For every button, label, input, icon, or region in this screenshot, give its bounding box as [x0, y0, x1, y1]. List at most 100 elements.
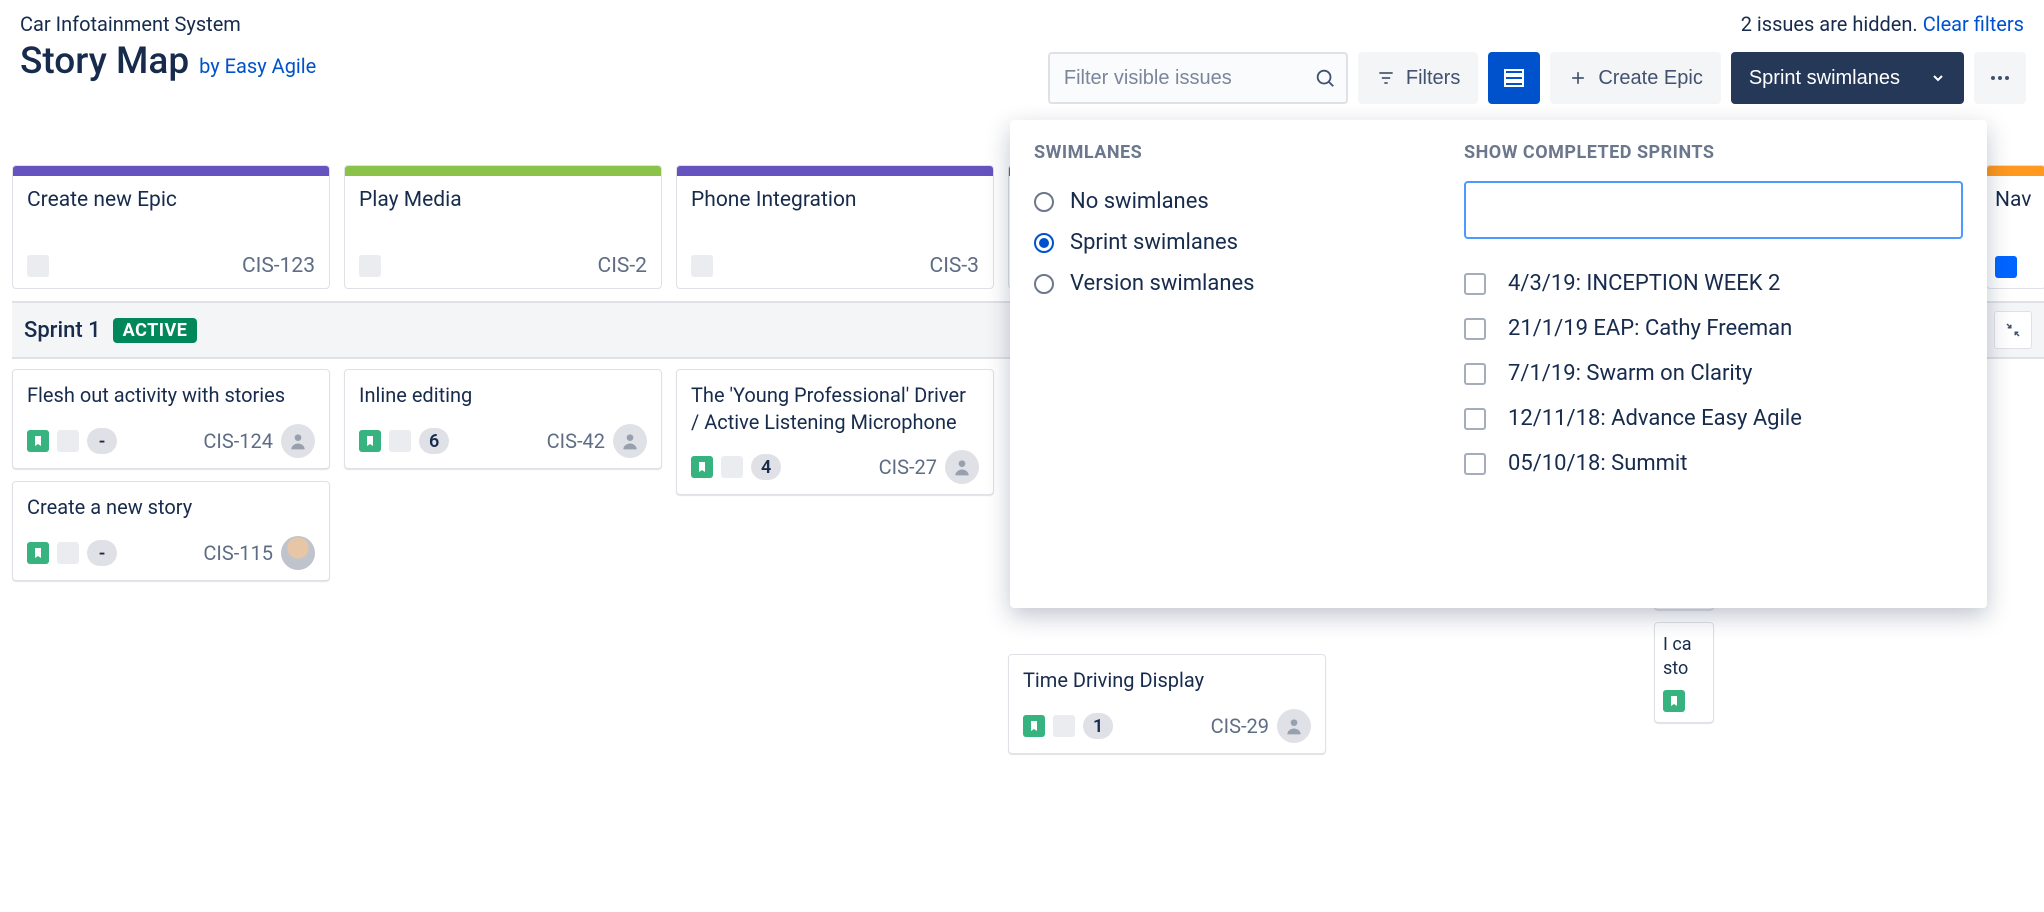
- byline: by Easy Agile: [199, 54, 316, 78]
- option-label: No swimlanes: [1070, 189, 1209, 214]
- completed-sprints-heading: SHOW COMPLETED SPRINTS: [1464, 142, 1963, 163]
- sprint-checkbox-row[interactable]: 21/1/19 EAP: Cathy Freeman: [1464, 306, 1963, 351]
- story-key: CIS-27: [879, 455, 937, 479]
- assignee-avatar[interactable]: [945, 450, 979, 484]
- story-title: Create a new story: [27, 494, 315, 522]
- epic-title: Create new Epic: [27, 188, 315, 244]
- clear-filters-link[interactable]: Clear filters: [1923, 12, 2024, 36]
- create-epic-label: Create Epic: [1598, 67, 1703, 90]
- epic-card[interactable]: Nav: [1986, 165, 2044, 289]
- epic-title: Nav: [1995, 188, 2037, 244]
- priority-icon: [57, 430, 79, 452]
- epic-title: Phone Integration: [691, 188, 979, 244]
- radio-icon: [1034, 192, 1054, 212]
- sprint-label: 21/1/19 EAP: Cathy Freeman: [1508, 316, 1792, 341]
- create-epic-button[interactable]: Create Epic: [1550, 52, 1721, 104]
- story-points: 1: [1083, 713, 1113, 739]
- filters-label: Filters: [1406, 67, 1460, 90]
- checkbox-icon: [1464, 453, 1486, 475]
- hidden-issues-notice: 2 issues are hidden. Clear filters: [1741, 12, 2024, 36]
- swimlane-option-none[interactable]: No swimlanes: [1034, 181, 1415, 222]
- active-badge: ACTIVE: [113, 318, 198, 343]
- sprint-label: 05/10/18: Summit: [1508, 451, 1687, 476]
- plus-icon: [1568, 68, 1588, 88]
- epic-color-bar: [13, 166, 329, 176]
- epic-card[interactable]: Play Media CIS-2: [344, 165, 662, 289]
- story-type-icon: [359, 430, 381, 452]
- story-card[interactable]: Inline editing 6 CIS-42: [344, 369, 662, 469]
- epic-type-icon: [1995, 256, 2017, 278]
- story-key: CIS-124: [203, 429, 273, 453]
- radio-icon: [1034, 274, 1054, 294]
- swimlanes-heading: SWIMLANES: [1034, 142, 1415, 163]
- epic-color-bar: [1987, 166, 2044, 176]
- sprint-label: 4/3/19: INCEPTION WEEK 2: [1508, 271, 1780, 296]
- search-icon[interactable]: [1314, 67, 1336, 89]
- story-key: CIS-115: [203, 541, 273, 565]
- assignee-avatar[interactable]: [281, 424, 315, 458]
- chevron-down-icon: [1930, 70, 1946, 86]
- assignee-avatar[interactable]: [613, 424, 647, 458]
- swimlane-view-button[interactable]: [1488, 52, 1540, 104]
- story-key: CIS-29: [1211, 714, 1269, 738]
- story-title: I ca sto: [1663, 633, 1705, 682]
- story-type-icon: [1663, 690, 1685, 712]
- assignee-avatar[interactable]: [1277, 709, 1311, 743]
- story-card[interactable]: Time Driving Display 1 CIS-29: [1008, 654, 1326, 754]
- assignee-avatar[interactable]: [281, 536, 315, 570]
- filter-icon: [1376, 68, 1396, 88]
- swimlane-dropdown-label: Sprint swimlanes: [1749, 67, 1900, 90]
- story-key: CIS-42: [547, 429, 605, 453]
- swimlane-option-version[interactable]: Version swimlanes: [1034, 263, 1415, 304]
- priority-icon: [57, 542, 79, 564]
- story-title: Inline editing: [359, 382, 647, 410]
- epic-card[interactable]: Create new Epic CIS-123: [12, 165, 330, 289]
- page-title: Story Map: [20, 40, 189, 83]
- sprint-label: 12/11/18: Advance Easy Agile: [1508, 406, 1802, 431]
- epic-type-icon: [691, 255, 713, 277]
- filters-button[interactable]: Filters: [1358, 52, 1478, 104]
- story-card[interactable]: Flesh out activity with stories - CIS-12…: [12, 369, 330, 469]
- story-type-icon: [691, 456, 713, 478]
- sprint-name: Sprint 1: [24, 318, 101, 343]
- checkbox-icon: [1464, 363, 1486, 385]
- story-card[interactable]: I ca sto: [1654, 622, 1714, 723]
- epic-color-bar: [677, 166, 993, 176]
- epic-key: CIS-3: [930, 254, 979, 278]
- epic-color-bar: [345, 166, 661, 176]
- sprint-filter-input[interactable]: [1464, 181, 1963, 239]
- swimlane-popup: SWIMLANES No swimlanes Sprint swimlanes …: [1010, 120, 1987, 608]
- priority-icon: [721, 456, 743, 478]
- lanes-icon: [1502, 66, 1526, 90]
- epic-card[interactable]: Phone Integration CIS-3: [676, 165, 994, 289]
- search-input[interactable]: [1048, 52, 1348, 104]
- story-type-icon: [27, 542, 49, 564]
- toolbar: Filters Create Epic Sprint swimlanes: [1048, 52, 2026, 104]
- swimlane-dropdown-button[interactable]: Sprint swimlanes: [1731, 52, 1964, 104]
- checkbox-icon: [1464, 408, 1486, 430]
- story-title: Flesh out activity with stories: [27, 382, 315, 410]
- checkbox-icon: [1464, 318, 1486, 340]
- epic-type-icon: [359, 255, 381, 277]
- epic-title: Play Media: [359, 188, 647, 244]
- story-card[interactable]: The 'Young Professional' Driver / Active…: [676, 369, 994, 495]
- sprint-checkbox-row[interactable]: 05/10/18: Summit: [1464, 441, 1963, 486]
- story-points: 4: [751, 454, 781, 480]
- story-points: 6: [419, 428, 449, 454]
- priority-icon: [389, 430, 411, 452]
- sprint-checkbox-row[interactable]: 4/3/19: INCEPTION WEEK 2: [1464, 261, 1963, 306]
- sprint-checkbox-row[interactable]: 7/1/19: Swarm on Clarity: [1464, 351, 1963, 396]
- epic-key: CIS-2: [598, 254, 647, 278]
- more-menu-button[interactable]: [1974, 52, 2026, 104]
- priority-icon: [1053, 715, 1075, 737]
- sprint-checkbox-row[interactable]: 12/11/18: Advance Easy Agile: [1464, 396, 1963, 441]
- story-title: The 'Young Professional' Driver / Active…: [691, 382, 979, 436]
- radio-icon: [1034, 233, 1054, 253]
- option-label: Sprint swimlanes: [1070, 230, 1238, 255]
- swimlane-option-sprint[interactable]: Sprint swimlanes: [1034, 222, 1415, 263]
- sprint-label: 7/1/19: Swarm on Clarity: [1508, 361, 1752, 386]
- story-card[interactable]: Create a new story - CIS-115: [12, 481, 330, 581]
- collapse-button[interactable]: [1994, 311, 2032, 349]
- epic-key: CIS-123: [242, 254, 315, 278]
- project-name: Car Infotainment System: [20, 12, 241, 36]
